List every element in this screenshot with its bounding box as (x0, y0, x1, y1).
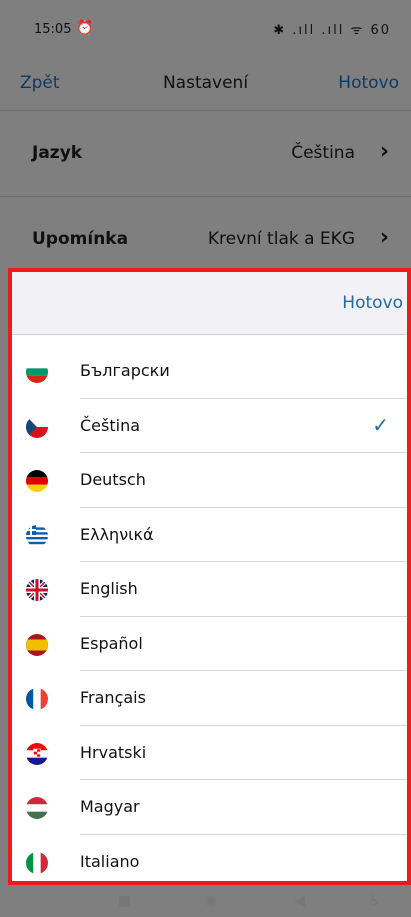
done-button[interactable]: Hotovo (338, 73, 399, 93)
greece-flag-icon (26, 524, 48, 547)
language-name: Ελληνικά (80, 524, 154, 544)
france-flag-icon (26, 688, 48, 710)
czech-flag-icon (26, 415, 48, 438)
croatia-flag-icon (26, 742, 48, 765)
language-row-france[interactable]: Français (12, 671, 407, 726)
setting-label: Jazyk (32, 143, 83, 163)
status-time: 15:05 (34, 22, 72, 37)
status-bar: 15:05 ⏰ ✱ .ıll .ıll ᯤ 60 (0, 0, 411, 58)
setting-value: Čeština (291, 143, 355, 163)
chevron-right-icon: › (379, 139, 389, 164)
language-list: Български Čeština ✓ Deutsch Ελληνικά English E… (12, 344, 407, 882)
spain-flag-icon (26, 633, 48, 656)
language-name: English (80, 579, 138, 598)
language-row-germany[interactable]: Deutsch (12, 453, 407, 508)
chevron-right-icon: › (379, 225, 389, 250)
alarm-icon: ⏰ (76, 20, 94, 36)
language-row-hungary[interactable]: Magyar (12, 780, 407, 835)
setting-value: Krevní tlak a EKG (207, 229, 355, 249)
setting-row-language[interactable]: Jazyk Čeština › (0, 110, 411, 197)
language-row-italy[interactable]: Italiano (12, 835, 407, 882)
language-picker-sheet: Hotovo Български Čeština ✓ Deutsch Ελληνικά E… (8, 268, 411, 885)
setting-label: Upomínka (32, 229, 129, 249)
uk-flag-icon (26, 579, 48, 601)
language-row-croatia[interactable]: Hrvatski (12, 726, 407, 780)
language-name: Magyar (80, 797, 140, 816)
hungary-flag-icon (26, 797, 48, 819)
language-name: Deutsch (80, 470, 146, 489)
sheet-done-button[interactable]: Hotovo (342, 293, 403, 313)
language-name: Български (80, 361, 170, 380)
recent-apps-icon[interactable]: ■ (118, 893, 131, 909)
language-row-spain[interactable]: Español (12, 617, 407, 671)
accessibility-icon[interactable]: ♿ (368, 893, 381, 909)
language-name: Hrvatski (80, 742, 147, 762)
language-row-bulgaria[interactable]: Български (12, 344, 407, 399)
sheet-header: Hotovo (12, 272, 407, 335)
home-icon[interactable]: ◉ (205, 893, 217, 909)
top-navbar: Zpět Nastavení Hotovo (0, 58, 411, 110)
system-nav-bar: ■ ◉ ◀ ♿ (0, 885, 411, 917)
language-row-uk[interactable]: English (12, 562, 407, 617)
language-name: Čeština (80, 415, 141, 435)
checkmark-icon: ✓ (372, 412, 389, 437)
language-name: Français (80, 688, 146, 707)
status-icons: ✱ .ıll .ıll ᯤ 60 (273, 23, 391, 38)
language-row-greece[interactable]: Ελληνικά (12, 508, 407, 562)
language-row-czech[interactable]: Čeština ✓ (12, 399, 407, 453)
back-nav-icon[interactable]: ◀ (294, 893, 305, 909)
italy-flag-icon (26, 851, 48, 874)
germany-flag-icon (26, 470, 48, 492)
bulgaria-flag-icon (26, 361, 48, 383)
language-name: Italiano (80, 851, 140, 871)
language-name: Español (80, 633, 143, 653)
